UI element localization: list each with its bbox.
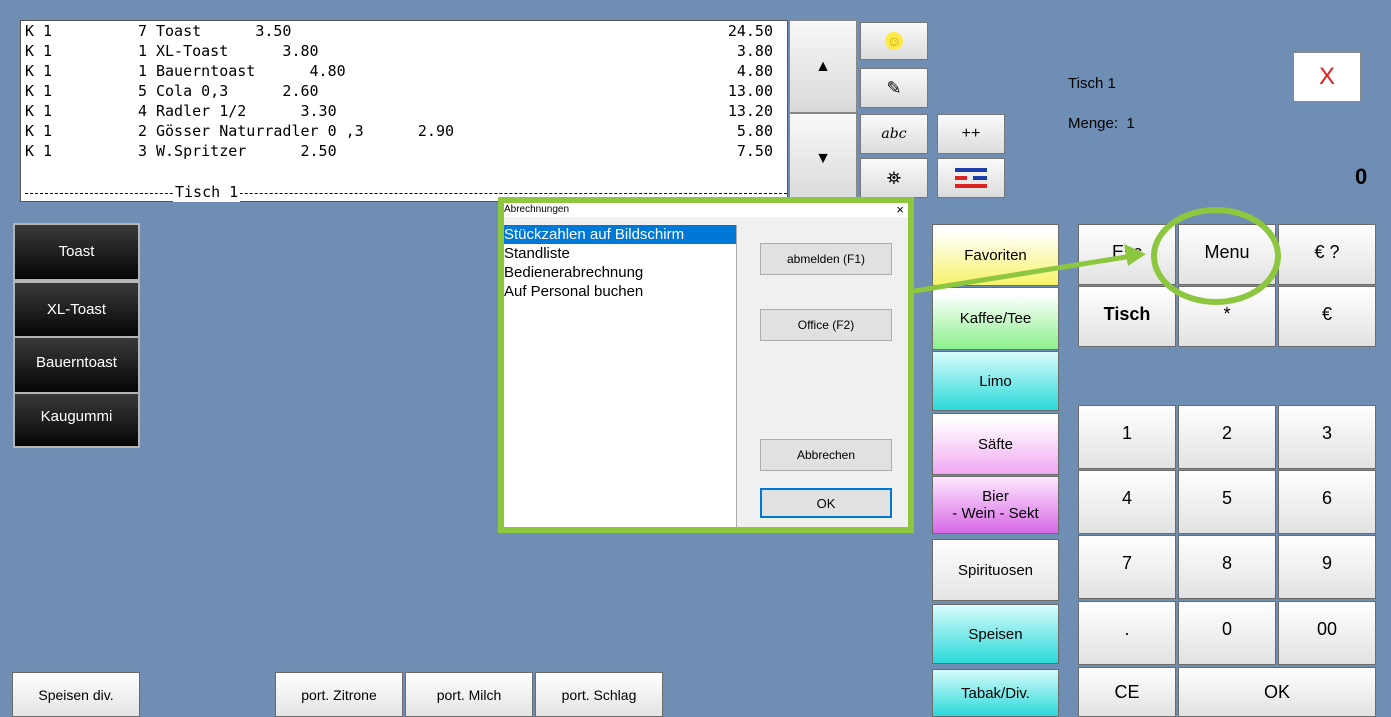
annotation-arrow-line bbox=[907, 253, 1133, 295]
dialog-close-icon[interactable]: × bbox=[896, 203, 904, 217]
logout-button[interactable]: abmelden (F1) bbox=[760, 243, 892, 275]
office-button[interactable]: Office (F2) bbox=[760, 309, 892, 341]
report-listbox[interactable]: Stückzahlen auf Bildschirm Standliste Be… bbox=[504, 225, 737, 527]
list-item[interactable]: Bedienerabrechnung bbox=[504, 263, 736, 282]
cancel-button[interactable]: Abbrechen bbox=[760, 439, 892, 471]
abrechnungen-dialog[interactable]: Abrechnungen × Stückzahlen auf Bildschir… bbox=[498, 197, 914, 533]
list-item[interactable]: Stückzahlen auf Bildschirm bbox=[504, 225, 736, 244]
annotation-highlight-circle bbox=[1151, 207, 1281, 305]
list-item[interactable]: Standliste bbox=[504, 244, 736, 263]
list-item[interactable]: Auf Personal buchen bbox=[504, 282, 736, 301]
dialog-titlebar[interactable]: Abrechnungen × bbox=[504, 203, 908, 217]
annotation-arrow-head bbox=[1124, 244, 1146, 266]
dialog-title: Abrechnungen bbox=[504, 204, 570, 215]
dialog-ok-button[interactable]: OK bbox=[760, 488, 892, 518]
